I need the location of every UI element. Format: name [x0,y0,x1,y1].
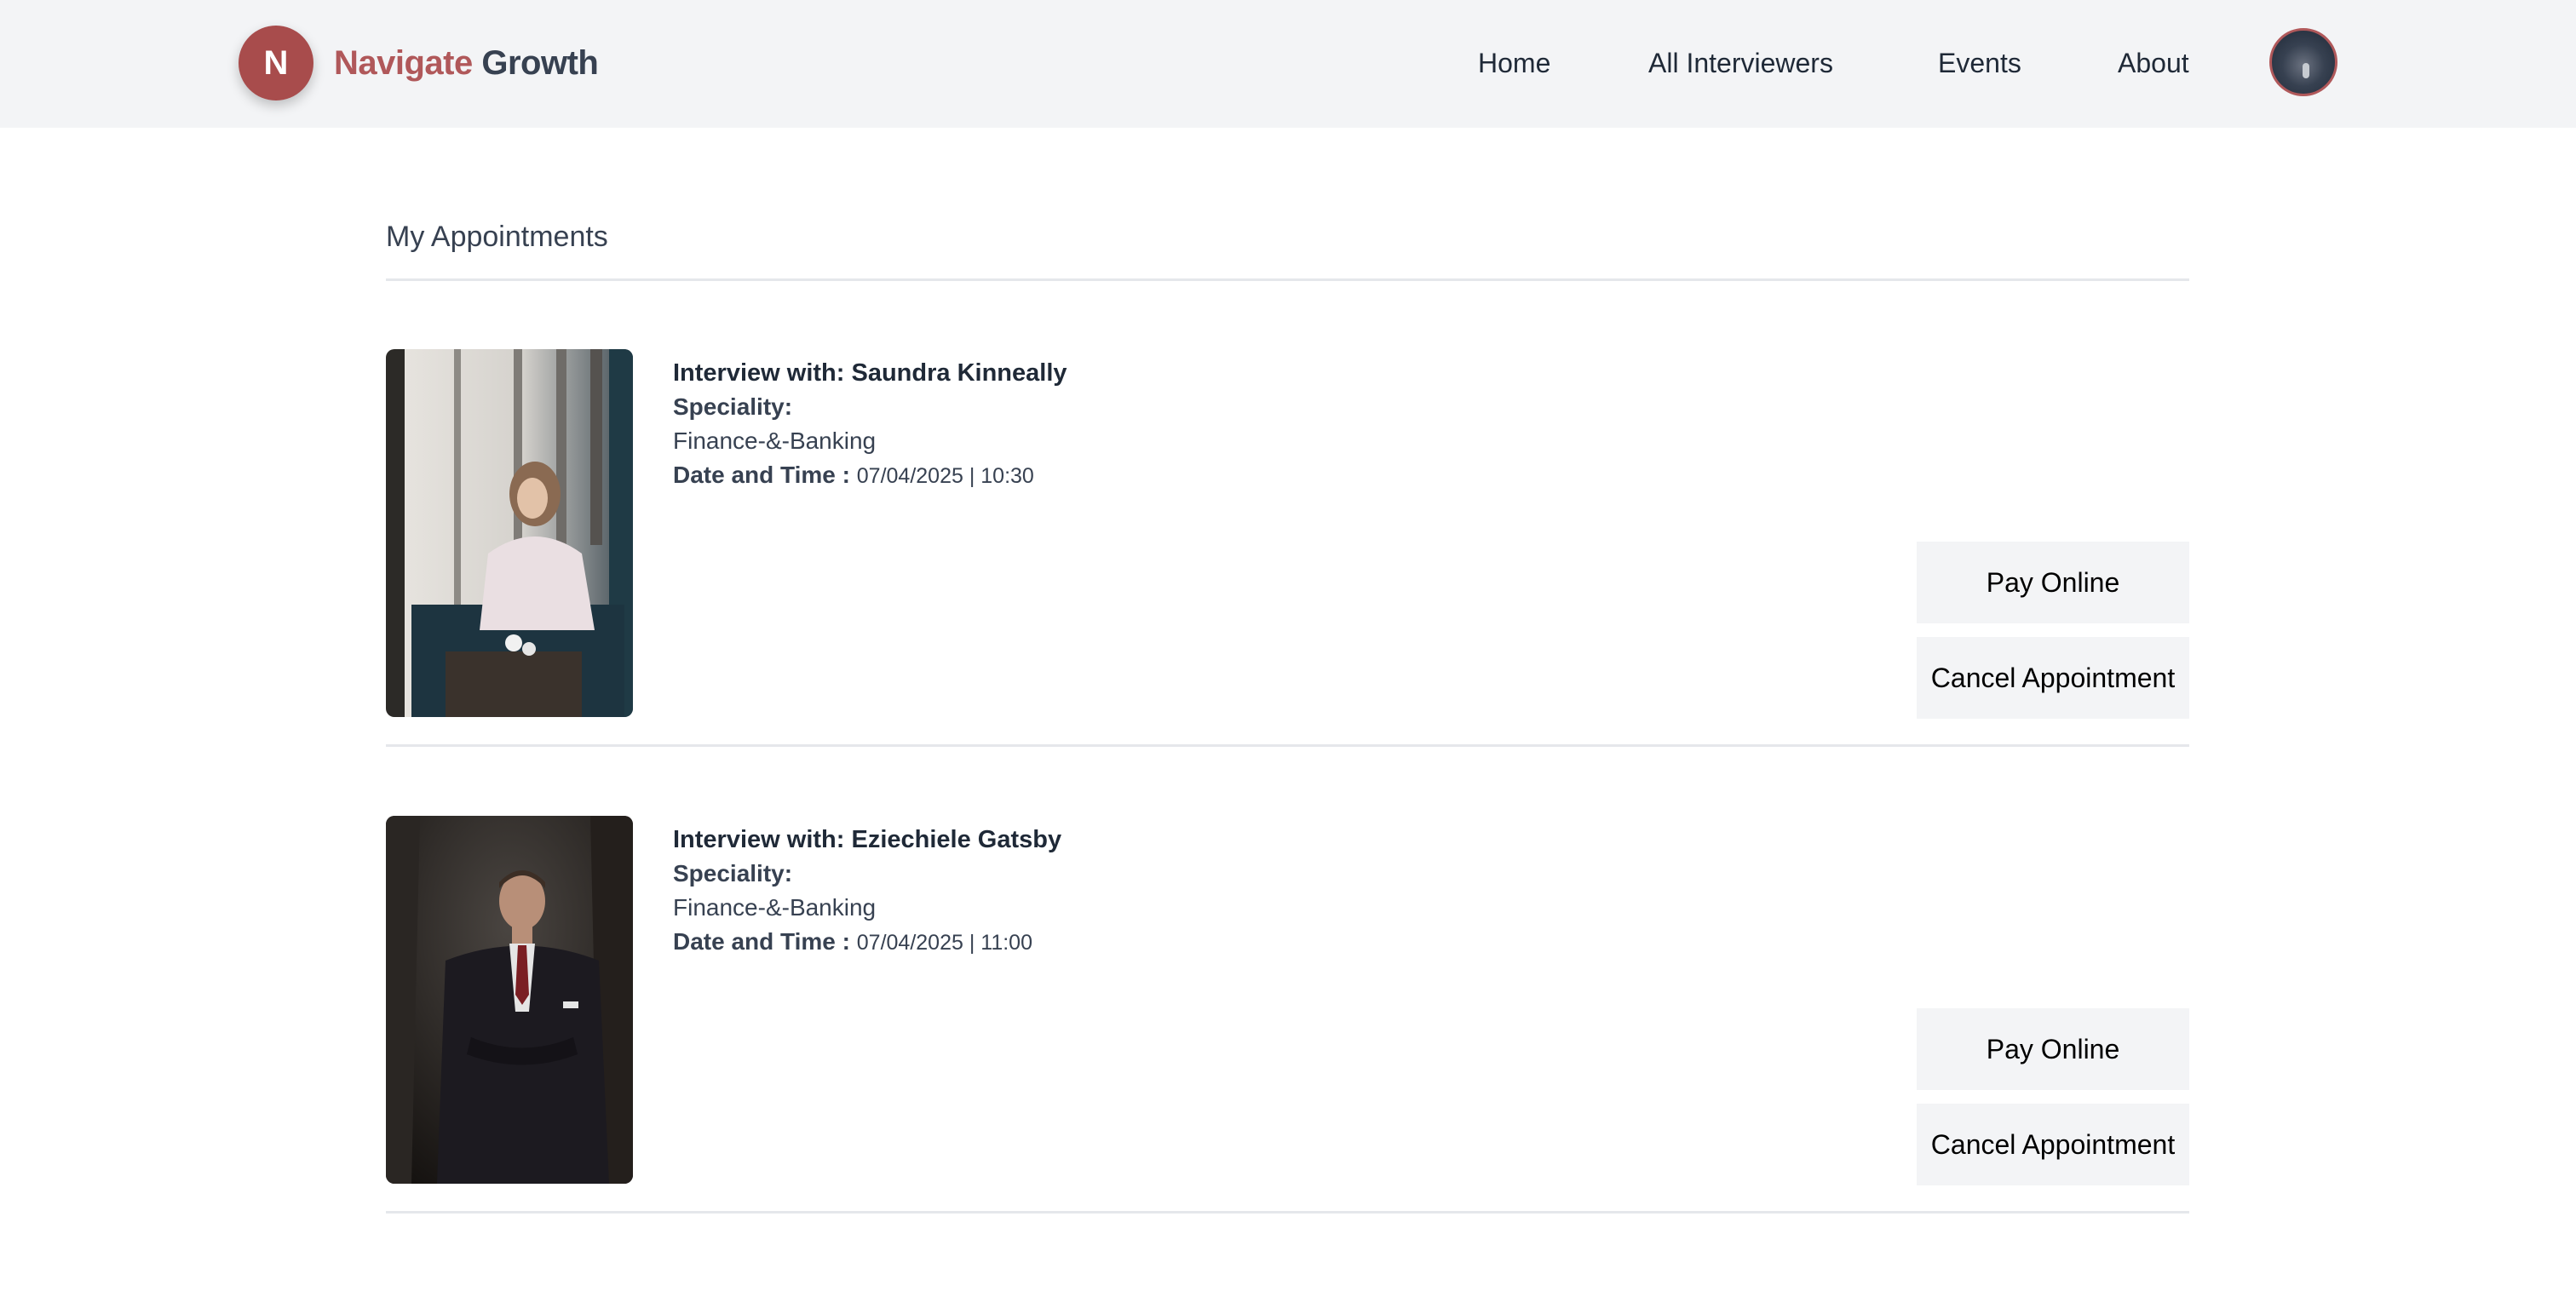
title-divider [386,278,2189,281]
nav-link-all-interviewers[interactable]: All Interviewers [1648,41,1833,85]
appointment-info: Interview with: Saundra Kinneally Specia… [673,356,1525,493]
interviewer-name: Eziechiele Gatsby [851,826,1062,853]
brand-name-part1: Navigate [334,44,473,82]
interview-with-label: Interview with: [673,359,845,387]
speciality-value: Finance-&-Banking [673,894,877,921]
pay-online-button[interactable]: Pay Online [1917,1008,2189,1090]
nav-link-home[interactable]: Home [1478,41,1550,85]
appointment-card: Interview with: Eziechiele Gatsby Specia… [386,816,2189,1185]
speciality-label: Speciality: [673,860,793,886]
appointment-divider [386,1211,2189,1214]
interviewer-photo-image [386,816,633,1184]
datetime-row: Date and Time : 07/04/2025 | 11:00 [673,925,1525,960]
interview-with-label: Interview with: [673,826,845,853]
appointment-title: Interview with: Eziechiele Gatsby [673,823,1525,857]
brand-name-part2: Growth [481,44,599,82]
speciality-value: Finance-&-Banking [673,427,877,454]
interviewer-photo [386,349,633,717]
datetime-label: Date and Time : [673,462,850,488]
top-navbar: N Navigate Growth Home All Interviewers … [0,0,2576,128]
speciality-label: Speciality: [673,393,793,420]
pay-online-button[interactable]: Pay Online [1917,542,2189,623]
appointment-divider [386,744,2189,747]
cancel-appointment-button[interactable]: Cancel Appointment [1917,1104,2189,1185]
datetime-label: Date and Time : [673,928,850,955]
appointment-info: Interview with: Eziechiele Gatsby Specia… [673,823,1525,960]
user-avatar[interactable] [2269,28,2337,96]
interviewer-name: Saundra Kinneally [851,359,1067,387]
nav-link-about[interactable]: About [2118,41,2189,85]
datetime-value: 07/04/2025 | 10:30 [856,464,1034,488]
cancel-appointment-button[interactable]: Cancel Appointment [1917,637,2189,719]
interviewer-photo-image [386,349,633,717]
appointment-title: Interview with: Saundra Kinneally [673,356,1525,390]
datetime-row: Date and Time : 07/04/2025 | 10:30 [673,458,1525,493]
logo-badge[interactable]: N [239,26,313,100]
appointment-card: Interview with: Saundra Kinneally Specia… [386,349,2189,719]
page-title: My Appointments [386,221,608,253]
interviewer-photo [386,816,633,1184]
datetime-value: 07/04/2025 | 11:00 [856,931,1032,955]
nav-link-events[interactable]: Events [1938,41,2021,85]
brand-name[interactable]: Navigate Growth [334,39,599,87]
